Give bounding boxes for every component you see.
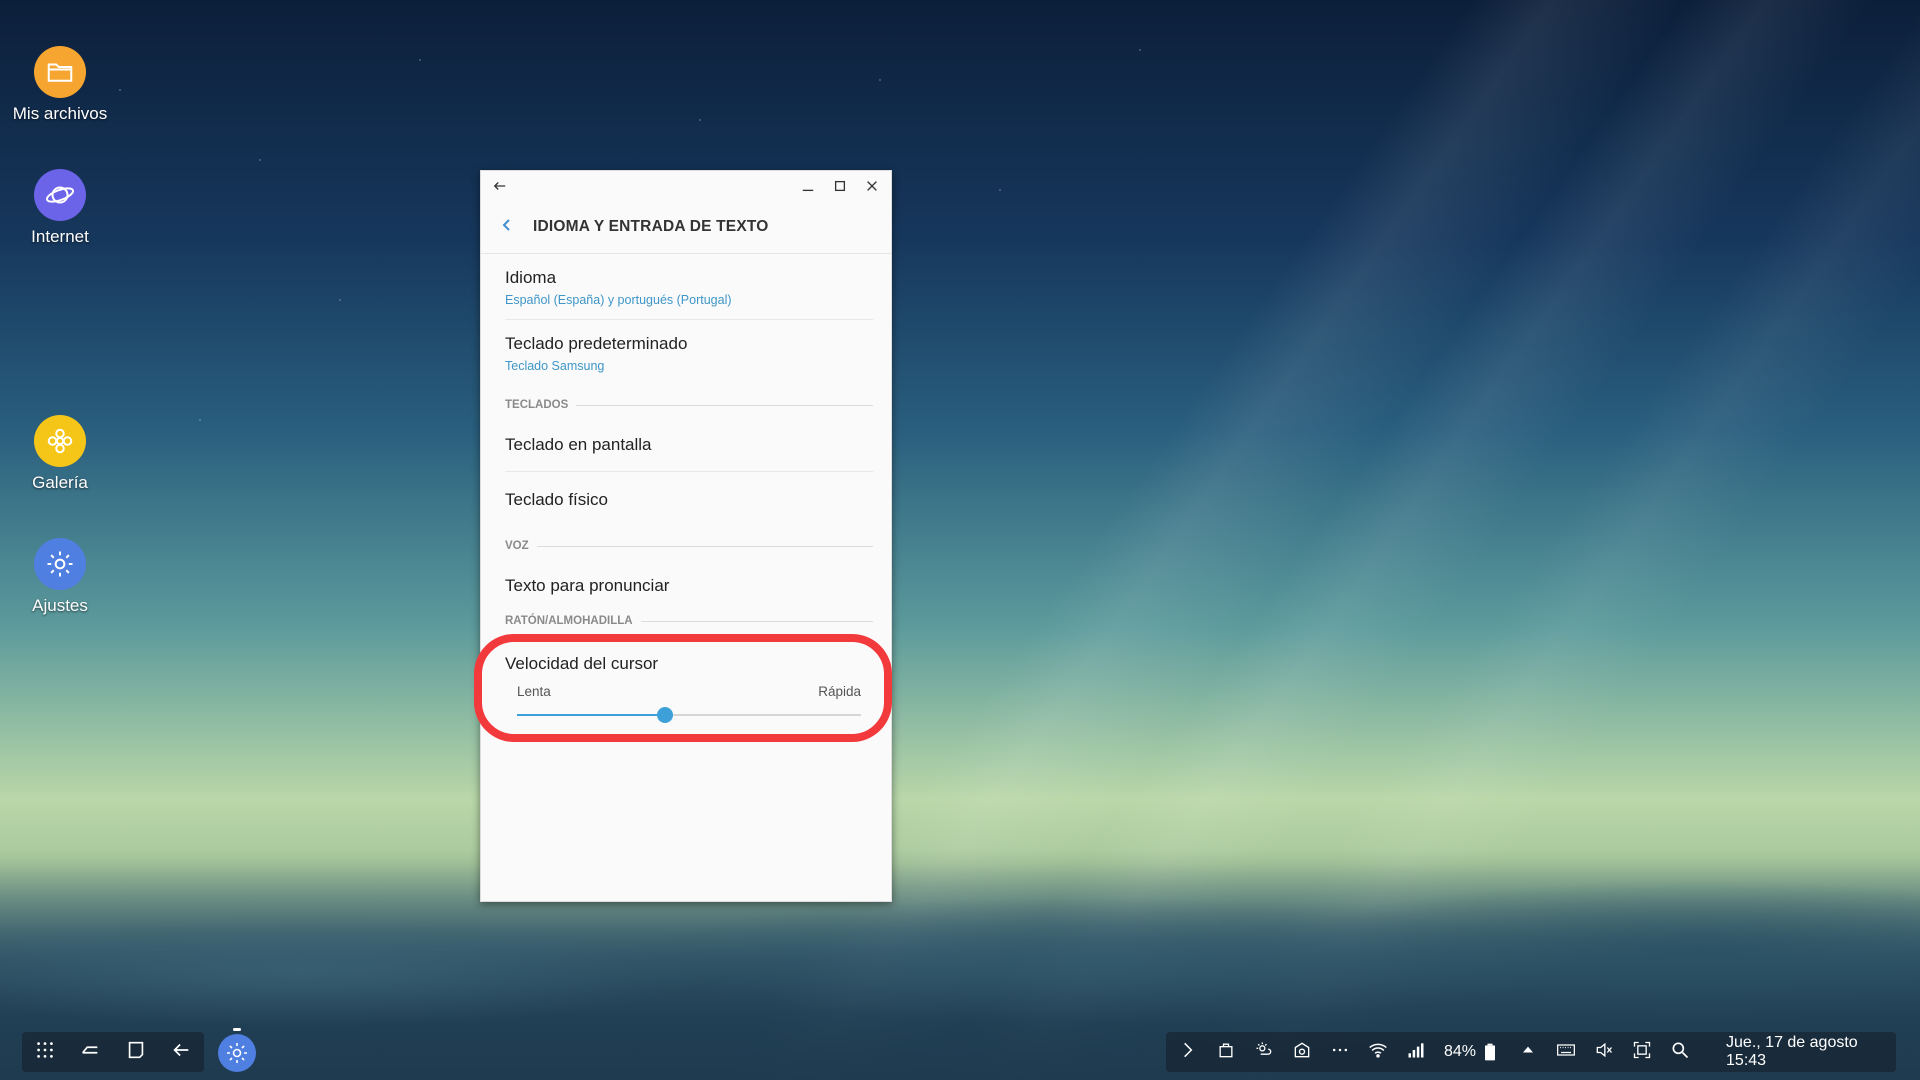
slider-max-label: Rápida <box>818 684 861 699</box>
desktop-icon-label: Internet <box>31 227 89 246</box>
section-label: RATÓN/ALMOHADILLA <box>505 615 633 627</box>
back-icon[interactable] <box>170 1039 192 1066</box>
section-divider <box>536 545 873 547</box>
settings-list: Idioma Español (España) y portugués (Por… <box>481 254 891 735</box>
gear-icon <box>34 538 86 590</box>
taskbar-status: 84% Jue., 17 de agosto 15:43 <box>1166 1032 1896 1072</box>
section-label: VOZ <box>505 540 529 552</box>
section-header-teclados: TECLADOS <box>505 385 873 417</box>
desktop-icon-galeria[interactable]: Galería <box>5 415 115 493</box>
weather-icon[interactable] <box>1254 1040 1274 1065</box>
battery-icon <box>1485 1043 1496 1061</box>
signal-icon[interactable] <box>1406 1040 1426 1065</box>
desktop-icon-label: Galería <box>32 473 88 492</box>
section-divider <box>576 404 873 406</box>
camera-lock-icon[interactable] <box>1292 1040 1312 1065</box>
setting-teclado-fisico[interactable]: Teclado físico <box>505 472 873 526</box>
slider-thumb[interactable] <box>656 707 673 723</box>
setting-title: Velocidad del cursor <box>505 654 659 673</box>
page-title: IDIOMA Y ENTRADA DE TEXTO <box>533 218 769 235</box>
desktop-icon-internet[interactable]: Internet <box>5 169 115 247</box>
date-time[interactable]: Jue., 17 de agosto 15:43 <box>1726 1034 1884 1070</box>
more-icon[interactable] <box>1330 1040 1350 1065</box>
setting-subtitle: Teclado Samsung <box>505 359 605 373</box>
maximize-icon[interactable] <box>833 179 847 193</box>
gear-icon <box>227 1043 247 1063</box>
setting-title: Idioma <box>505 268 557 287</box>
recents-icon[interactable] <box>79 1039 101 1066</box>
setting-texto-para-pronunciar[interactable]: Texto para pronunciar <box>505 558 873 612</box>
setting-title: Teclado predeterminado <box>505 334 688 353</box>
setting-teclado-predeterminado[interactable]: Teclado predeterminado Teclado Samsung <box>505 320 873 385</box>
setting-idioma[interactable]: Idioma Español (España) y portugués (Por… <box>505 254 873 320</box>
wifi-icon[interactable] <box>1368 1040 1388 1065</box>
desktop-icon-mis-archivos[interactable]: Mis archivos <box>5 46 115 124</box>
setting-title: Teclado en pantalla <box>505 435 652 454</box>
window-back-arrow-icon[interactable] <box>493 179 507 193</box>
section-divider <box>640 620 873 622</box>
slider-fill <box>517 714 665 716</box>
setting-subtitle: Español (España) y portugués (Portugal) <box>505 293 732 307</box>
caret-up-icon[interactable] <box>1518 1040 1538 1065</box>
window-titlebar[interactable] <box>481 171 891 201</box>
close-icon[interactable] <box>865 179 879 193</box>
running-app-ajustes[interactable] <box>218 1028 256 1072</box>
chevron-left-icon[interactable] <box>499 217 515 238</box>
section-header-raton: RATÓN/ALMOHADILLA <box>505 612 873 630</box>
folder-icon <box>34 46 86 98</box>
battery-indicator[interactable]: 84% <box>1444 1042 1500 1062</box>
chevron-right-icon[interactable] <box>1178 1040 1198 1065</box>
planet-icon <box>34 169 86 221</box>
desktop-icon-label: Mis archivos <box>12 104 108 123</box>
setting-teclado-en-pantalla[interactable]: Teclado en pantalla <box>505 417 873 472</box>
section-header-voz: VOZ <box>505 526 873 558</box>
desktop-icon-ajustes[interactable]: Ajustes <box>5 538 115 616</box>
taskbar-navigation <box>22 1032 204 1072</box>
home-icon[interactable] <box>125 1039 147 1066</box>
keyboard-icon[interactable] <box>1556 1040 1576 1065</box>
page-header: IDIOMA Y ENTRADA DE TEXTO <box>481 201 891 254</box>
volume-mute-icon[interactable] <box>1594 1040 1614 1065</box>
search-icon[interactable] <box>1670 1040 1690 1065</box>
shopping-bag-icon[interactable] <box>1216 1040 1236 1065</box>
section-label: TECLADOS <box>505 399 569 411</box>
flower-icon <box>34 415 86 467</box>
setting-velocidad-cursor: Velocidad del cursor Lenta Rápida <box>505 630 873 735</box>
apps-grid-icon[interactable] <box>34 1039 56 1066</box>
screenshot-icon[interactable] <box>1632 1040 1652 1065</box>
desktop-icon-label: Ajustes <box>32 596 88 615</box>
setting-title: Teclado físico <box>505 490 608 509</box>
cursor-speed-slider[interactable] <box>517 705 861 725</box>
setting-title: Texto para pronunciar <box>505 576 670 595</box>
battery-percent: 84% <box>1444 1043 1477 1060</box>
slider-min-label: Lenta <box>517 684 551 699</box>
minimize-icon[interactable] <box>801 179 815 193</box>
settings-window: IDIOMA Y ENTRADA DE TEXTO Idioma Español… <box>480 170 892 902</box>
